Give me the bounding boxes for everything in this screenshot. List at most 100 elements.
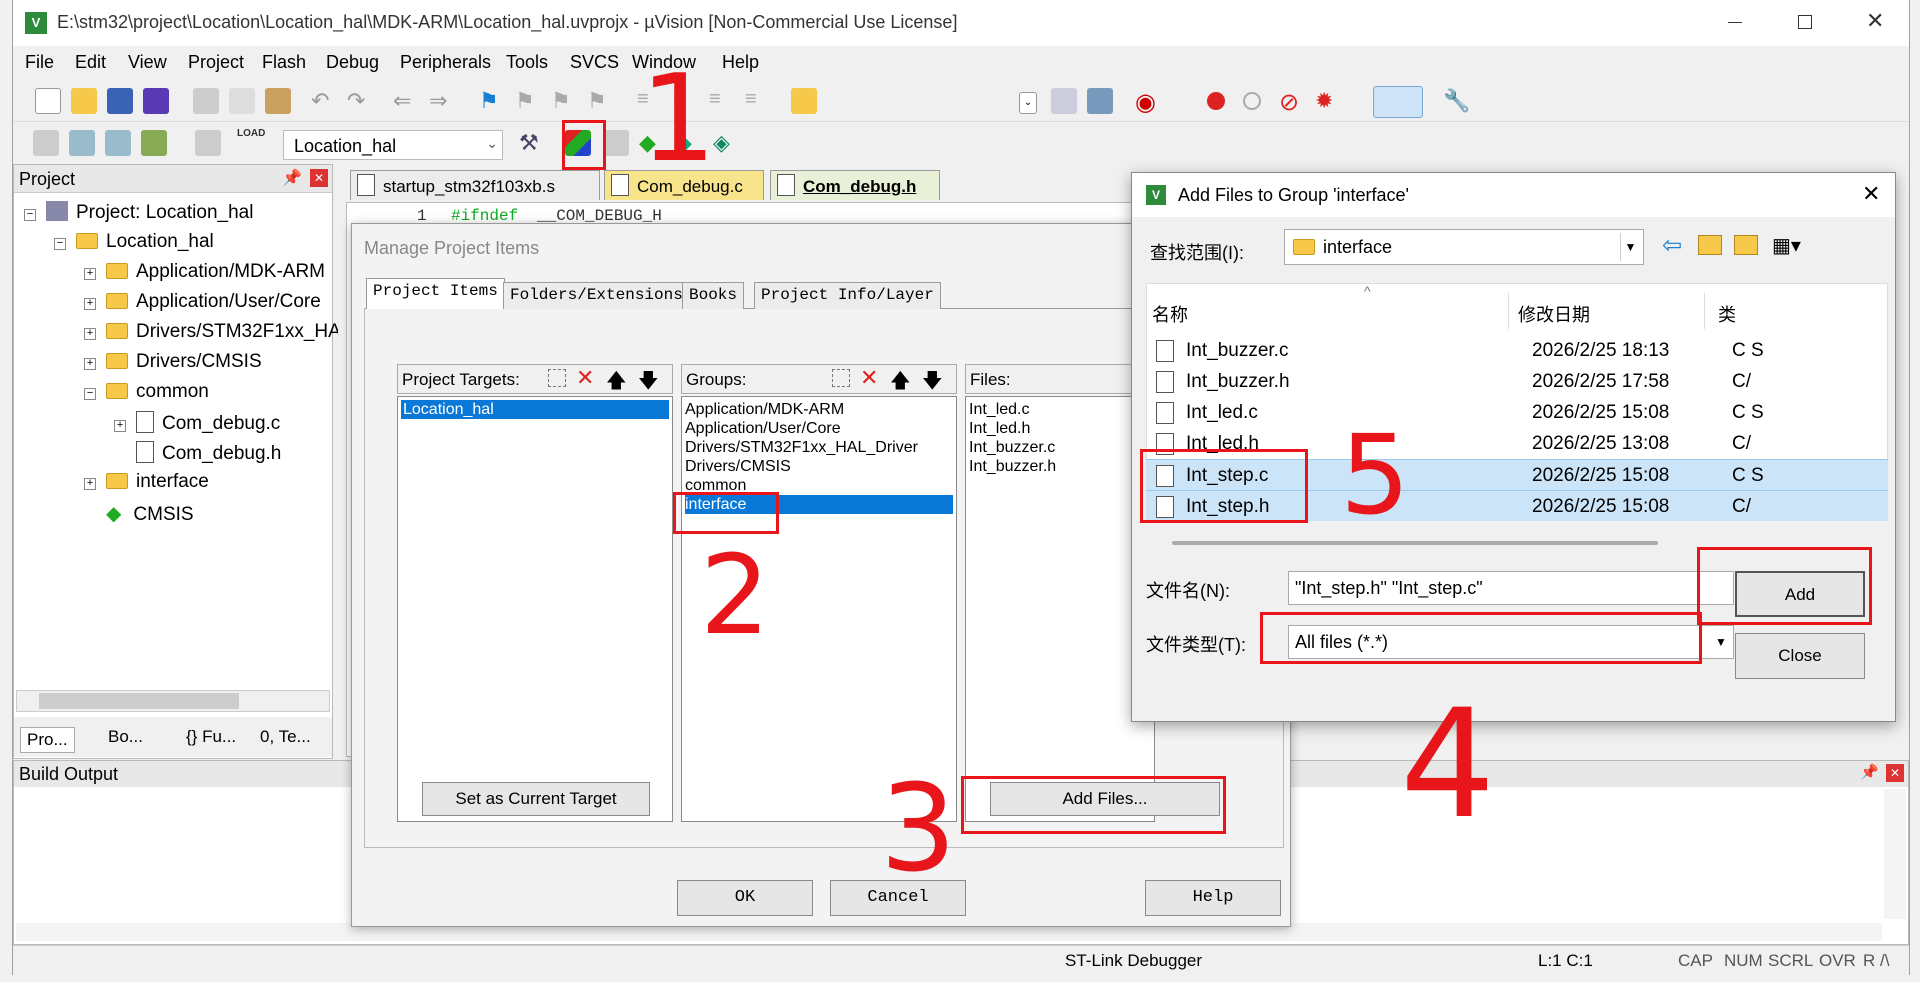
rebuild-icon[interactable] (105, 130, 131, 156)
find-in-files-icon[interactable] (791, 88, 817, 114)
build-output-vscrollbar[interactable] (1884, 789, 1906, 919)
target-options-icon[interactable]: ⚒ (519, 130, 545, 156)
tab-books[interactable]: Books (682, 282, 745, 309)
tree-group[interactable]: + Application/MDK-ARM (84, 261, 325, 283)
menu-peripherals[interactable]: Peripherals (400, 52, 491, 73)
tree-group[interactable]: + interface (84, 471, 209, 493)
lookin-select[interactable]: interface ▼ (1284, 229, 1644, 265)
menu-view[interactable]: View (128, 52, 167, 73)
help-button[interactable]: Help (1145, 880, 1281, 916)
replace-icon[interactable] (1087, 88, 1113, 114)
breakpoint-icon[interactable] (1207, 92, 1225, 110)
targets-list[interactable]: Location_hal (397, 396, 673, 822)
breakpoint-kill-icon[interactable]: ✹ (1315, 88, 1341, 114)
configure-icon[interactable]: 🔧 (1443, 88, 1470, 114)
close-icon[interactable]: ✕ (1862, 181, 1880, 207)
scroll-thumb[interactable] (39, 693, 239, 709)
move-down-icon[interactable]: 🡇 (922, 366, 943, 400)
tab-project[interactable]: Pro... (20, 727, 75, 753)
breakpoint-clear-icon[interactable]: ⊘ (1279, 88, 1305, 116)
rte-icon[interactable]: ◈ (713, 130, 739, 156)
tab-templates[interactable]: 0, Te... (260, 727, 311, 747)
file-item[interactable]: Int_led.h (969, 419, 1151, 438)
menu-file[interactable]: File (25, 52, 54, 73)
file-row[interactable]: Int_buzzer.h 2026/2/25 17:58 C/ (1146, 366, 1888, 397)
panel-close-icon[interactable]: ✕ (1886, 764, 1904, 782)
tab-com-debug-h[interactable]: Com_debug.h (770, 170, 940, 200)
save-all-icon[interactable] (143, 88, 169, 114)
bookmark-next-icon[interactable]: ⚑ (551, 88, 577, 114)
tab-project-info[interactable]: Project Info/Layer (754, 282, 941, 309)
new-folder-icon[interactable] (1734, 235, 1758, 255)
group-item[interactable]: Drivers/CMSIS (685, 457, 953, 476)
file-row[interactable]: Int_buzzer.c 2026/2/25 18:13 C S (1146, 335, 1888, 366)
copy-icon[interactable] (229, 88, 255, 114)
set-current-target-button[interactable]: Set as Current Target (422, 782, 650, 816)
file-row[interactable]: Int_led.c 2026/2/25 15:08 C S (1146, 397, 1888, 428)
col-divider[interactable] (1704, 293, 1705, 329)
bookmark-clear-icon[interactable]: ⚑ (587, 88, 613, 114)
menu-debug[interactable]: Debug (326, 52, 379, 73)
menu-help[interactable]: Help (722, 52, 759, 73)
tree-file[interactable]: + Com_debug.c (114, 411, 280, 435)
tree-project-root[interactable]: − Project: Location_hal (24, 201, 253, 224)
maximize-icon[interactable] (1798, 15, 1812, 29)
project-hscrollbar[interactable] (16, 690, 330, 712)
pin-icon[interactable]: 📌 (1860, 763, 1879, 781)
undo-icon[interactable]: ↶ (311, 88, 337, 114)
new-target-icon[interactable] (548, 369, 566, 387)
download-icon[interactable]: LOAD (237, 128, 265, 154)
file-item[interactable]: Int_buzzer.h (969, 457, 1151, 476)
pin-icon[interactable]: 📌 (282, 168, 302, 188)
panel-close-icon[interactable]: ✕ (310, 169, 328, 187)
target-item[interactable]: Location_hal (401, 400, 669, 419)
target-select[interactable]: Location_hal ⌄ (283, 130, 503, 160)
paste-icon[interactable] (265, 88, 291, 114)
new-group-icon[interactable] (832, 369, 850, 387)
file-item[interactable]: Int_buzzer.c (969, 438, 1151, 457)
tab-books[interactable]: Bo... (108, 727, 143, 747)
menu-tools[interactable]: Tools (506, 52, 548, 73)
file-item[interactable]: Int_led.c (969, 400, 1151, 419)
tree-target[interactable]: − Location_hal (54, 231, 214, 253)
nav-back-icon[interactable]: ⇐ (393, 88, 419, 114)
delete-group-icon[interactable]: ✕ (860, 365, 878, 391)
save-icon[interactable] (107, 88, 133, 114)
move-down-icon[interactable]: 🡇 (638, 366, 659, 400)
col-divider[interactable] (1508, 293, 1509, 329)
new-file-icon[interactable] (35, 88, 61, 114)
menu-project[interactable]: Project (188, 52, 244, 73)
tree-group[interactable]: − common (84, 381, 209, 403)
cut-icon[interactable] (193, 88, 219, 114)
tree-group[interactable]: + Application/User/Core (84, 291, 321, 313)
menu-flash[interactable]: Flash (262, 52, 306, 73)
redo-icon[interactable]: ↷ (347, 88, 373, 114)
files-list[interactable]: Int_led.c Int_led.h Int_buzzer.c Int_buz… (965, 396, 1155, 822)
tree-file[interactable]: Com_debug.h (136, 441, 281, 465)
bookmark-icon[interactable]: ⚑ (479, 88, 505, 114)
group-item[interactable]: Application/MDK-ARM (685, 400, 953, 419)
group-item[interactable]: Drivers/STM32F1xx_HAL_Driver (685, 438, 953, 457)
up-folder-icon[interactable] (1698, 235, 1722, 255)
nav-forward-icon[interactable]: ⇒ (429, 88, 455, 114)
translate-icon[interactable] (33, 130, 59, 156)
menu-edit[interactable]: Edit (75, 52, 106, 73)
col-type[interactable]: 类 (1718, 301, 1736, 327)
close-button[interactable]: Close (1735, 633, 1865, 679)
back-icon[interactable]: ⇦ (1662, 231, 1682, 260)
dropdown-icon[interactable]: ⌄ (1019, 92, 1037, 114)
breakpoint-disable-icon[interactable] (1243, 92, 1261, 110)
batch-build-icon[interactable] (141, 130, 167, 156)
col-date[interactable]: 修改日期 (1518, 301, 1590, 327)
debug-session-icon[interactable]: ◉ (1135, 88, 1161, 116)
window-layout-icon[interactable] (1373, 86, 1423, 118)
build-icon[interactable] (69, 130, 95, 156)
stop-build-icon[interactable] (195, 130, 221, 156)
minimize-icon[interactable] (1728, 22, 1742, 23)
open-icon[interactable] (71, 88, 97, 114)
ok-button[interactable]: OK (677, 880, 813, 916)
bookmark-prev-icon[interactable]: ⚑ (515, 88, 541, 114)
tree-cmsis[interactable]: ◆ CMSIS (106, 501, 194, 526)
tab-project-items[interactable]: Project Items (366, 278, 505, 309)
view-menu-icon[interactable]: ▦▾ (1772, 233, 1801, 258)
